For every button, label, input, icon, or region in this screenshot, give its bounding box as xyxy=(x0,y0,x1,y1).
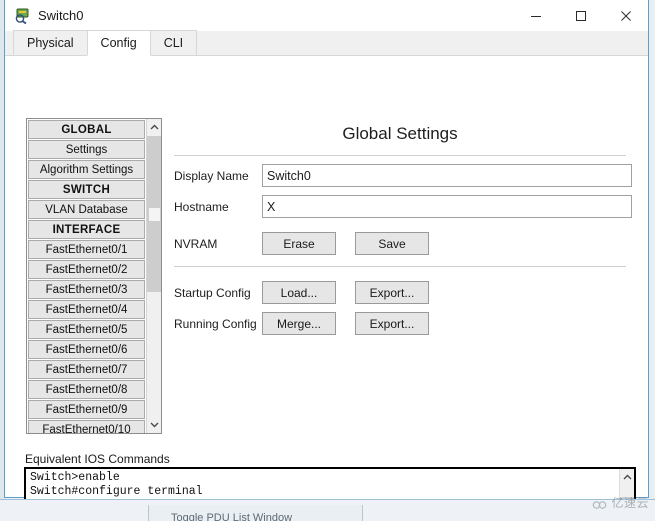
sidebar-scroll-track[interactable] xyxy=(147,136,161,416)
sidebar-item-fa0-5[interactable]: FastEthernet0/5 xyxy=(28,320,145,339)
sidebar-item-label: FastEthernet0/5 xyxy=(45,323,128,336)
window-controls xyxy=(513,0,648,31)
sidebar-item-label: Algorithm Settings xyxy=(39,163,134,176)
title-bar: Switch0 xyxy=(5,0,648,31)
hostname-label: Hostname xyxy=(174,199,229,214)
running-config-label: Running Config xyxy=(174,316,257,331)
sidebar-item-label: GLOBAL xyxy=(61,123,112,136)
save-button[interactable]: Save xyxy=(355,232,429,255)
sidebar-item-fa0-7[interactable]: FastEthernet0/7 xyxy=(28,360,145,379)
sidebar-scrollbar[interactable] xyxy=(146,119,161,433)
sidebar-scroll-thumb[interactable] xyxy=(147,136,161,292)
sidebar-item-label: FastEthernet0/9 xyxy=(45,403,128,416)
sidebar-item-algorithm-settings[interactable]: Algorithm Settings xyxy=(28,160,145,179)
tab-physical[interactable]: Physical xyxy=(13,30,88,55)
startup-config-row: Startup Config Load... Export... xyxy=(168,281,632,304)
divider-middle xyxy=(174,266,626,267)
sidebar-item-label: Settings xyxy=(65,143,108,156)
sidebar-item-label: FastEthernet0/8 xyxy=(45,383,128,396)
sidebar-item-fa0-8[interactable]: FastEthernet0/8 xyxy=(28,380,145,399)
sidebar-item-label: FastEthernet0/7 xyxy=(45,363,128,376)
config-sidebar: GLOBAL Settings Algorithm Settings SWITC… xyxy=(26,118,162,434)
nvram-label: NVRAM xyxy=(174,236,218,251)
sidebar-item-fa0-3[interactable]: FastEthernet0/3 xyxy=(28,280,145,299)
sidebar-item-label: FastEthernet0/4 xyxy=(45,303,128,316)
running-merge-button[interactable]: Merge... xyxy=(262,312,336,335)
scroll-up-icon[interactable] xyxy=(147,119,161,136)
divider-top xyxy=(174,155,626,156)
switch-config-window: Switch0 Physical Config CLI GLOBAL Setti… xyxy=(4,0,649,521)
erase-button-label: Erase xyxy=(283,236,315,251)
erase-button[interactable]: Erase xyxy=(262,232,336,255)
running-config-row: Running Config Merge... Export... xyxy=(168,312,632,335)
sidebar-item-label: FastEthernet0/10 xyxy=(42,423,131,434)
global-settings-panel: Global Settings Display Name Hostname NV… xyxy=(168,118,632,434)
watermark-text: 亿速云 xyxy=(611,496,649,510)
startup-config-label: Startup Config xyxy=(174,285,251,300)
startup-load-button-label: Load... xyxy=(280,285,318,300)
ios-commands-label: Equivalent IOS Commands xyxy=(25,452,170,466)
tab-config-label: Config xyxy=(100,36,137,50)
hostname-input[interactable] xyxy=(262,195,632,218)
hostname-row: Hostname xyxy=(168,195,632,218)
sidebar-item-global[interactable]: GLOBAL xyxy=(28,120,145,139)
startup-export-button-label: Export... xyxy=(369,285,415,300)
watermark: 亿速云 xyxy=(592,494,649,511)
tab-config[interactable]: Config xyxy=(86,30,151,56)
tab-physical-label: Physical xyxy=(27,36,74,50)
maximize-button[interactable] xyxy=(558,0,603,31)
sidebar-item-fa0-6[interactable]: FastEthernet0/6 xyxy=(28,340,145,359)
cloud-icon xyxy=(592,497,608,509)
tab-cli-label: CLI xyxy=(163,36,184,50)
maximize-icon xyxy=(575,10,586,21)
sidebar-item-label: FastEthernet0/3 xyxy=(45,283,128,296)
startup-load-button[interactable]: Load... xyxy=(262,281,336,304)
sidebar-item-label: INTERFACE xyxy=(52,223,121,236)
save-button-label: Save xyxy=(378,236,406,251)
running-export-button[interactable]: Export... xyxy=(355,312,429,335)
display-name-label: Display Name xyxy=(174,168,249,183)
running-export-button-label: Export... xyxy=(369,316,415,331)
close-icon xyxy=(620,10,631,21)
sidebar-item-label: FastEthernet0/2 xyxy=(45,263,128,276)
page-title: Global Settings xyxy=(342,124,458,143)
minimize-icon xyxy=(530,15,541,17)
sidebar-scroll-thumb-notch xyxy=(149,208,160,221)
sidebar-item-fa0-1[interactable]: FastEthernet0/1 xyxy=(28,240,145,259)
nvram-row: NVRAM Erase Save xyxy=(168,232,632,255)
sidebar-item-label: FastEthernet0/6 xyxy=(45,343,128,356)
sidebar-item-fa0-2[interactable]: FastEthernet0/2 xyxy=(28,260,145,279)
toggle-pdu-list-window-button[interactable]: Toggle PDU List Window xyxy=(148,505,363,521)
sidebar-item-fa0-10[interactable]: FastEthernet0/10 xyxy=(28,420,145,433)
sidebar-item-fa0-4[interactable]: FastEthernet0/4 xyxy=(28,300,145,319)
minimize-button[interactable] xyxy=(513,0,558,31)
tab-cli[interactable]: CLI xyxy=(149,30,198,55)
switch-device-icon xyxy=(14,7,31,25)
close-button[interactable] xyxy=(603,0,648,31)
config-body: GLOBAL Settings Algorithm Settings SWITC… xyxy=(5,56,648,521)
display-name-input[interactable] xyxy=(262,164,632,187)
display-name-row: Display Name xyxy=(168,164,632,187)
sidebar-item-switch[interactable]: SWITCH xyxy=(28,180,145,199)
scroll-down-icon[interactable] xyxy=(147,416,161,433)
startup-export-button[interactable]: Export... xyxy=(355,281,429,304)
sidebar-item-vlan-database[interactable]: VLAN Database xyxy=(28,200,145,219)
ios-scroll-up-icon[interactable] xyxy=(620,469,634,486)
screen-root: Switch0 Physical Config CLI GLOBAL Setti… xyxy=(0,0,655,521)
sidebar-item-list: GLOBAL Settings Algorithm Settings SWITC… xyxy=(27,119,146,433)
window-title: Switch0 xyxy=(38,8,84,23)
running-merge-button-label: Merge... xyxy=(276,316,321,331)
sidebar-item-settings[interactable]: Settings xyxy=(28,140,145,159)
sidebar-item-fa0-9[interactable]: FastEthernet0/9 xyxy=(28,400,145,419)
tab-strip: Physical Config CLI xyxy=(5,30,648,56)
sidebar-item-label: VLAN Database xyxy=(45,203,128,216)
sidebar-item-interface[interactable]: INTERFACE xyxy=(28,220,145,239)
sidebar-item-label: SWITCH xyxy=(62,183,111,196)
sidebar-item-label: FastEthernet0/1 xyxy=(45,243,128,256)
